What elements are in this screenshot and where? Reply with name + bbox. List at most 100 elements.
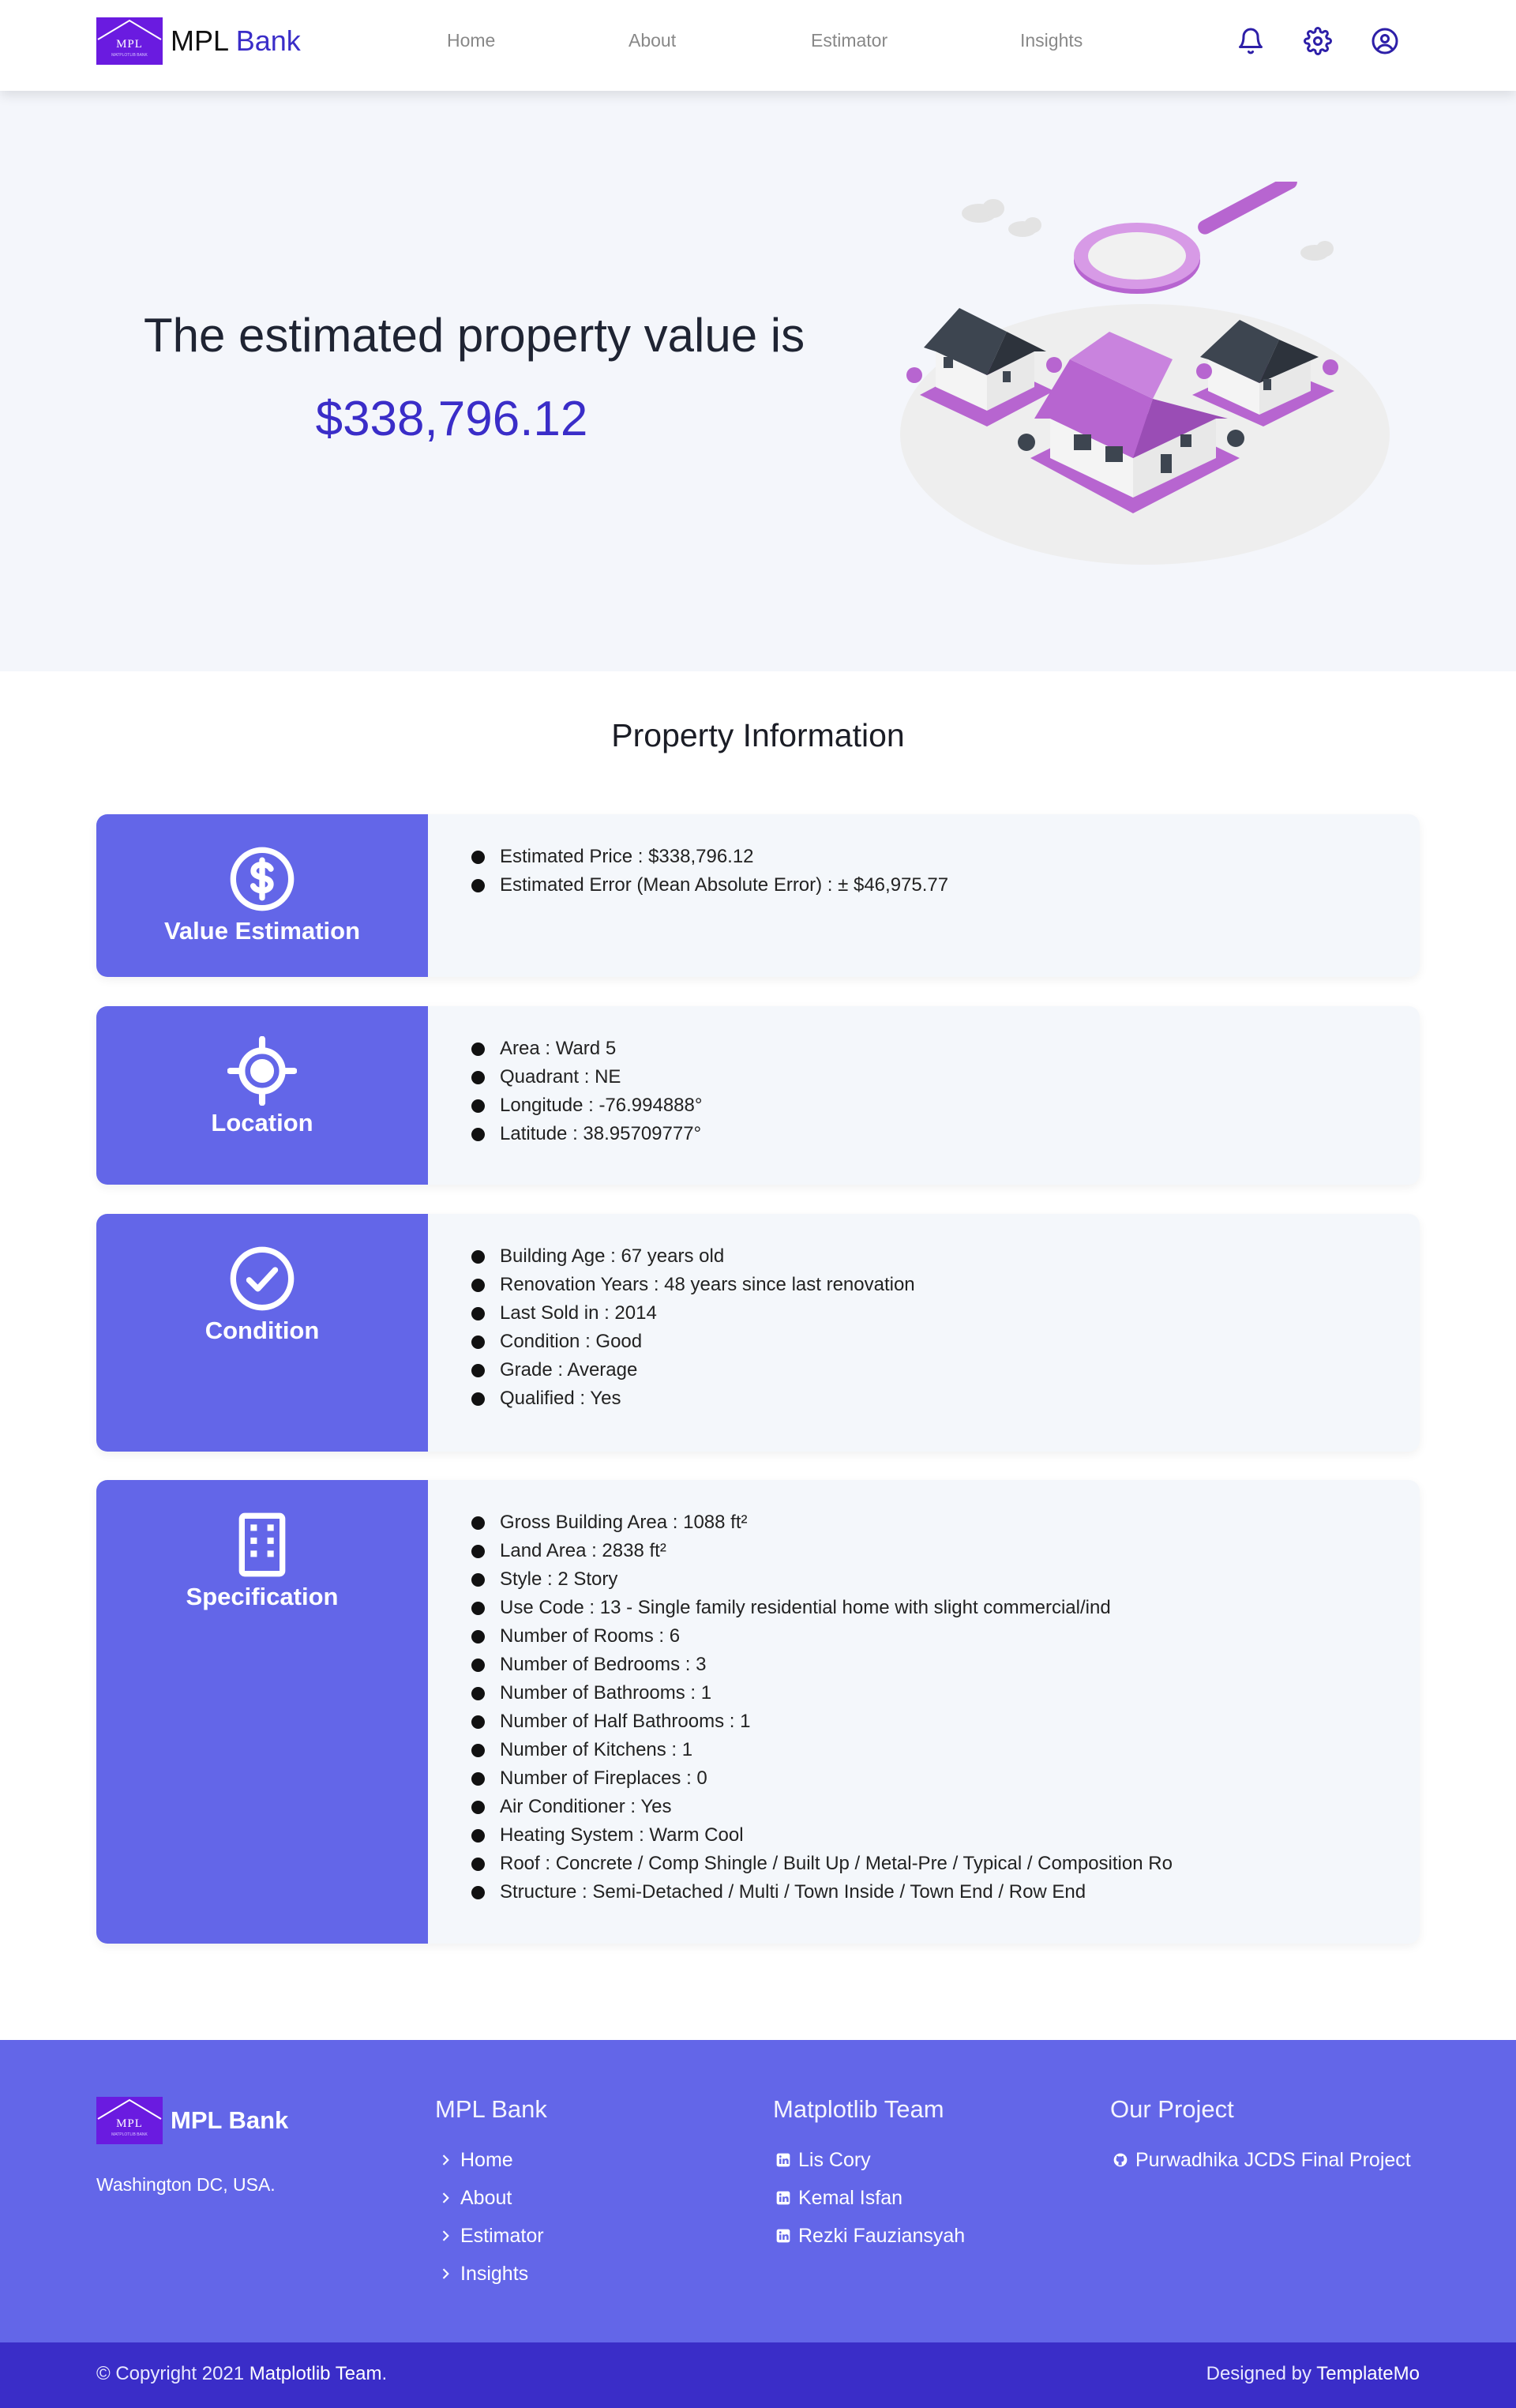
condition-list: Building Age : 67 years old Renovation Y…: [471, 1242, 915, 1413]
houses-illustration: [900, 182, 1390, 565]
footer-link-kemal-isfan[interactable]: Kemal Isfan: [773, 2179, 965, 2217]
list-item: Roof : Concrete / Comp Shingle / Built U…: [471, 1850, 1173, 1878]
nav-home[interactable]: Home: [447, 30, 495, 51]
bell-icon[interactable]: [1236, 27, 1265, 55]
footer-col-mpl-bank: MPL Bank Home About Estimator Insights: [435, 2095, 547, 2293]
list-item: Area : Ward 5: [471, 1035, 702, 1063]
brand-name-part1: MPL: [171, 24, 228, 57]
top-navbar: MPL MATPLOTLIB BANK MPL Bank Home About …: [0, 0, 1516, 91]
list-item: Qualified : Yes: [471, 1384, 915, 1413]
list-item: Number of Half Bathrooms : 1: [471, 1707, 1173, 1736]
footer-link-label: Kemal Isfan: [798, 2187, 903, 2209]
footer-link-label: Lis Cory: [798, 2149, 871, 2171]
footer-logo: MPL MATPLOTLIB BANK: [96, 2097, 163, 2144]
copyright-suffix: .: [381, 2363, 388, 2384]
logo-subtext: MATPLOTLIB BANK: [111, 53, 148, 58]
gear-icon[interactable]: [1304, 27, 1332, 55]
dollar-circle-icon: [96, 844, 428, 914]
footer-col-title: MPL Bank: [435, 2095, 547, 2123]
specification-list: Gross Building Area : 1088 ft² Land Area…: [471, 1508, 1173, 1906]
location-card: Location Area : Ward 5 Quadrant : NE Lon…: [96, 1006, 1420, 1185]
specification-card: Specification Gross Building Area : 1088…: [96, 1480, 1420, 1944]
list-item: Use Code : 13 - Single family residentia…: [471, 1594, 1173, 1622]
list-item: Grade : Average: [471, 1356, 915, 1384]
footer-brand[interactable]: MPL MATPLOTLIB BANK MPL Bank: [96, 2097, 288, 2144]
logo-subtext: MATPLOTLIB BANK: [111, 2132, 148, 2137]
list-item: Number of Rooms : 6: [471, 1622, 1173, 1651]
list-item: Quadrant : NE: [471, 1063, 702, 1091]
condition-card: Condition Building Age : 67 years old Re…: [96, 1214, 1420, 1452]
list-item: Structure : Semi-Detached / Multi / Town…: [471, 1878, 1173, 1906]
list-item: Estimated Price : $338,796.12: [471, 843, 948, 871]
brand-link[interactable]: MPL MATPLOTLIB BANK MPL Bank: [96, 17, 301, 65]
designed-prefix: Designed by: [1206, 2363, 1317, 2384]
github-icon: [1110, 2150, 1131, 2170]
linkedin-icon: [773, 2188, 794, 2208]
footer-link-project[interactable]: Purwadhika JCDS Final Project: [1110, 2141, 1411, 2179]
footer-link-label: Purwadhika JCDS Final Project: [1135, 2149, 1411, 2171]
brand-name: MPL Bank: [171, 24, 301, 58]
footer-link-estimator[interactable]: Estimator: [435, 2217, 547, 2255]
footer-link-rezki-fauziansyah[interactable]: Rezki Fauziansyah: [773, 2217, 965, 2255]
footer-link-label: Estimator: [460, 2225, 544, 2247]
list-item: Number of Kitchens : 1: [471, 1736, 1173, 1764]
linkedin-icon: [773, 2226, 794, 2246]
check-circle-icon: [96, 1244, 428, 1313]
linkedin-icon: [773, 2150, 794, 2170]
footer-link-home[interactable]: Home: [435, 2141, 547, 2179]
list-item: Heating System : Warm Cool: [471, 1821, 1173, 1850]
building-icon: [96, 1510, 428, 1580]
copyright-team-link[interactable]: Matplotlib Team: [250, 2363, 382, 2384]
nav-about[interactable]: About: [629, 30, 676, 51]
list-item: Building Age : 67 years old: [471, 1242, 915, 1271]
logo: MPL MATPLOTLIB BANK: [96, 17, 163, 65]
chevron-right-icon: [435, 2226, 456, 2246]
footer-link-insights[interactable]: Insights: [435, 2255, 547, 2293]
card-side: Value Estimation: [96, 814, 428, 977]
value-estimation-card: Value Estimation Estimated Price : $338,…: [96, 814, 1420, 977]
location-list: Area : Ward 5 Quadrant : NE Longitude : …: [471, 1035, 702, 1148]
footer-col-title: Our Project: [1110, 2095, 1234, 2123]
footer-brand-name: MPL Bank: [171, 2106, 289, 2134]
card-side: Condition: [96, 1214, 428, 1452]
footer: MPL MATPLOTLIB BANK MPL Bank Washington …: [0, 2040, 1516, 2342]
value-estimation-list: Estimated Price : $338,796.12 Estimated …: [471, 843, 948, 900]
card-label: Condition: [205, 1317, 320, 1344]
list-item: Longitude : -76.994888°: [471, 1091, 702, 1120]
footer-link-label: Rezki Fauziansyah: [798, 2225, 966, 2247]
list-item: Number of Bedrooms : 3: [471, 1651, 1173, 1679]
chevron-right-icon: [435, 2263, 456, 2284]
hero-title: The estimated property value is: [144, 309, 805, 362]
footer-col-title: Matplotlib Team: [773, 2095, 944, 2123]
list-item: Number of Fireplaces : 0: [471, 1764, 1173, 1793]
card-label: Location: [211, 1109, 313, 1136]
logo-text: MPL: [116, 2117, 143, 2130]
footer-link-lis-cory[interactable]: Lis Cory: [773, 2141, 965, 2179]
footer-link-label: Insights: [460, 2263, 529, 2285]
section-title: Property Information: [611, 717, 905, 753]
list-item: Renovation Years : 48 years since last r…: [471, 1271, 915, 1299]
list-item: Land Area : 2838 ft²: [471, 1537, 1173, 1565]
list-item: Air Conditioner : Yes: [471, 1793, 1173, 1821]
card-side: Location: [96, 1006, 428, 1185]
footer-link-label: About: [460, 2187, 512, 2209]
footer-link-about[interactable]: About: [435, 2179, 547, 2217]
footer-address: Washington DC, USA.: [96, 2174, 276, 2195]
copyright-bar: © Copyright 2021 Matplotlib Team. Design…: [0, 2342, 1516, 2408]
list-item: Estimated Error (Mean Absolute Error) : …: [471, 871, 948, 900]
crosshair-icon: [96, 1036, 428, 1106]
footer-link-label: Home: [460, 2149, 513, 2171]
footer-col-team: Matplotlib Team Lis Cory Kemal Isfan Rez…: [773, 2095, 965, 2255]
estimated-value: $338,796.12: [315, 392, 588, 446]
copyright-text: © Copyright 2021 Matplotlib Team.: [96, 2363, 387, 2385]
user-circle-icon[interactable]: [1371, 27, 1399, 55]
designer-link[interactable]: TemplateMo: [1316, 2363, 1420, 2384]
card-label: Value Estimation: [163, 917, 361, 945]
chevron-right-icon: [435, 2150, 456, 2170]
chevron-right-icon: [435, 2188, 456, 2208]
list-item: Number of Bathrooms : 1: [471, 1679, 1173, 1707]
nav-insights[interactable]: Insights: [1020, 30, 1083, 51]
copyright-prefix: © Copyright 2021: [96, 2363, 250, 2384]
logo-text: MPL: [116, 38, 143, 51]
nav-estimator[interactable]: Estimator: [811, 30, 887, 51]
